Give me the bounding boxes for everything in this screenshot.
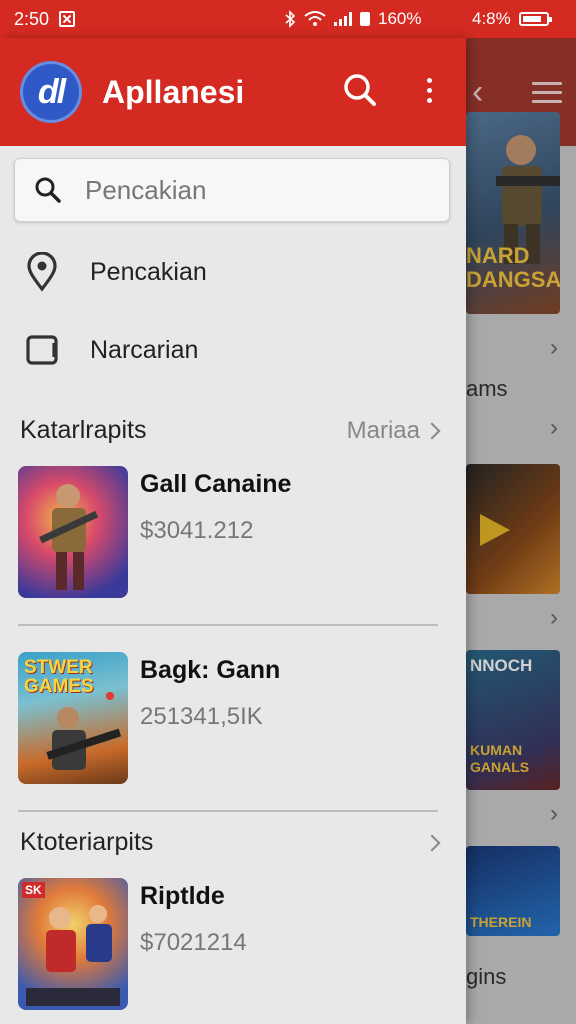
section-header-2: Ktoteriarpits <box>20 828 441 857</box>
item-price: $3041.212 <box>140 517 254 544</box>
location-pin-icon <box>27 252 57 292</box>
item-name: Gall Canaine <box>140 470 292 498</box>
menu-item-pencakian[interactable]: Pencakian <box>24 242 207 302</box>
section-title: Ktoteriarpits <box>20 828 154 856</box>
bg-battery-text: 4:8% <box>472 9 511 28</box>
chevron-right-icon <box>423 422 441 439</box>
item-price: 251341,5IK <box>140 703 263 730</box>
signal-icon <box>334 12 352 26</box>
battery-text: 160% <box>378 9 422 28</box>
search-placeholder: Pencakian <box>85 174 207 205</box>
section-title: Katarlrapits <box>20 416 147 444</box>
section-more-link[interactable]: Mariaa <box>346 416 441 445</box>
app-bar: dl Apllanesi <box>0 38 466 146</box>
tablet-icon <box>26 335 58 365</box>
section-more-link[interactable] <box>423 834 441 851</box>
game-thumbnail: SK <box>18 878 128 1010</box>
item-name: Bagk: Gann <box>140 656 281 684</box>
search-icon <box>344 74 376 106</box>
divider <box>18 810 438 812</box>
status-bar: 2:50 160% 4:8% <box>0 0 576 38</box>
more-label: Mariaa <box>346 416 420 444</box>
menu-item-label: Narcarian <box>90 335 199 364</box>
more-options-icon[interactable] <box>414 68 444 112</box>
status-time: 2:50 <box>14 8 50 29</box>
chevron-right-icon <box>423 834 441 851</box>
list-item[interactable]: Gall Canaine $3041.212 <box>18 466 438 598</box>
game-thumbnail: STWER GAMES <box>18 652 128 784</box>
search-input[interactable]: Pencakian <box>14 158 450 222</box>
app-logo: dl <box>20 61 82 123</box>
menu-item-label: Pencakian <box>90 257 207 286</box>
menu-item-narcarian[interactable]: Narcarian <box>24 320 198 380</box>
heroes-illustration <box>26 905 120 1006</box>
search-button[interactable] <box>338 68 382 112</box>
section-header-1: Katarlrapits Mariaa <box>20 416 441 445</box>
drawer-scrim[interactable] <box>466 38 576 1024</box>
list-item[interactable]: SK Riptlde $7021214 <box>18 878 438 1010</box>
navigation-drawer: dl Apllanesi Pencakian Pencakian Narcari… <box>0 38 466 1024</box>
search-icon <box>35 177 61 203</box>
bg-status-icons: 4:8% <box>472 9 552 29</box>
item-name: Riptlde <box>140 882 225 910</box>
battery-icon <box>360 12 370 26</box>
wifi-icon <box>304 11 326 26</box>
divider <box>18 624 438 626</box>
notification-icon <box>59 11 76 27</box>
bluetooth-icon <box>285 10 296 28</box>
soldier-illustration <box>46 692 122 770</box>
hero-illustration <box>39 484 99 590</box>
list-item[interactable]: STWER GAMES Bagk: Gann 251341,5IK <box>18 652 438 784</box>
status-icons: 160% <box>284 9 421 29</box>
app-title: Apllanesi <box>102 73 245 110</box>
logo-text: dl <box>37 72 66 111</box>
battery-icon <box>518 12 552 26</box>
item-price: $7021214 <box>140 929 247 956</box>
game-thumbnail <box>18 466 128 598</box>
